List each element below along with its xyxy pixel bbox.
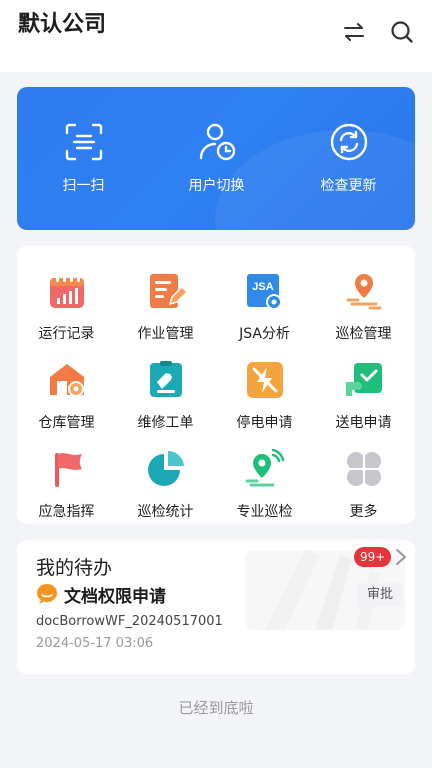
power-off-icon xyxy=(245,360,285,400)
grid-item-inspection-statistics[interactable]: 巡检统计 xyxy=(116,439,215,521)
todo-item-time: 2024-05-17 03:06 xyxy=(36,636,154,651)
grid-item-warehouse[interactable]: 仓库管理 xyxy=(17,350,116,432)
grid-label: 送电申请 xyxy=(335,415,392,431)
search-icon[interactable] xyxy=(388,18,416,46)
svg-text:JSA: JSA xyxy=(252,281,273,293)
todo-count-badge: 99+ xyxy=(354,547,392,567)
grid-label: 作业管理 xyxy=(137,326,194,342)
grid-label: 专业巡检 xyxy=(236,504,293,520)
route-pin-icon xyxy=(344,271,384,311)
grid-item-repair-order[interactable]: 维修工单 xyxy=(116,350,215,432)
todo-item-title[interactable]: 文档权限申请 xyxy=(64,582,166,607)
grid-label: 仓库管理 xyxy=(38,415,95,431)
grid-item-power-on-request[interactable]: 送电申请 xyxy=(314,350,413,432)
jsa-settings-icon: JSA xyxy=(245,271,285,311)
swap-arrows-icon[interactable] xyxy=(340,18,368,46)
grid-label: 巡检管理 xyxy=(335,326,392,342)
document-edit-icon xyxy=(146,271,188,311)
grid-item-run-record[interactable]: 运行记录 xyxy=(17,261,116,343)
grid-label: 巡检统计 xyxy=(137,504,194,520)
user-switch-icon xyxy=(196,121,238,163)
quick-actions-card: 扫一扫 用户切换 检查更新 xyxy=(17,87,415,230)
grid-item-power-off-request[interactable]: 停电申请 xyxy=(215,350,314,432)
scan-label: 扫一扫 xyxy=(62,178,105,194)
grid-label: 应急指挥 xyxy=(38,504,95,520)
feature-grid: 运行记录 作业管理 JSA JSA分析 巡检管理 仓库管理 维修工单 停电申请 … xyxy=(17,246,415,524)
scan-button[interactable]: 扫一扫 xyxy=(17,87,150,230)
check-update-label: 检查更新 xyxy=(320,178,377,194)
hand-check-icon xyxy=(344,360,384,400)
user-switch-button[interactable]: 用户切换 xyxy=(150,87,283,230)
grid-label: JSA分析 xyxy=(239,326,290,342)
grid-item-more[interactable]: 更多 xyxy=(314,439,413,521)
grid-label: 维修工单 xyxy=(137,415,194,431)
grid-item-emergency-command[interactable]: 应急指挥 xyxy=(17,439,116,521)
scan-icon xyxy=(63,121,105,163)
refresh-icon xyxy=(328,121,370,163)
check-update-button[interactable]: 检查更新 xyxy=(282,87,415,230)
grid-item-inspection-management[interactable]: 巡检管理 xyxy=(314,261,413,343)
grid-item-job-management[interactable]: 作业管理 xyxy=(116,261,215,343)
top-bar: 默认公司 xyxy=(0,0,432,72)
company-title[interactable]: 默认公司 xyxy=(18,6,106,38)
chat-bubble-icon xyxy=(37,584,57,604)
todo-item-id: docBorrowWF_20240517001 xyxy=(36,614,223,629)
wrench-clipboard-icon xyxy=(146,360,186,400)
grid-item-professional-inspection[interactable]: 专业巡检 xyxy=(215,439,314,521)
approve-button[interactable]: 审批 xyxy=(357,583,403,607)
user-switch-label: 用户切换 xyxy=(188,178,245,194)
warehouse-icon xyxy=(47,360,87,400)
grid-label: 运行记录 xyxy=(38,326,95,342)
flag-icon xyxy=(47,449,87,489)
todo-title: 我的待办 xyxy=(36,557,113,579)
grid-item-jsa-analysis[interactable]: JSA JSA分析 xyxy=(215,261,314,343)
chevron-right-icon[interactable] xyxy=(394,548,408,566)
more-grid-icon xyxy=(344,449,384,489)
calendar-chart-icon xyxy=(47,271,87,311)
end-of-list-text: 已经到底啦 xyxy=(178,699,254,717)
pie-chart-icon xyxy=(146,449,186,489)
grid-label: 停电申请 xyxy=(236,415,293,431)
grid-label: 更多 xyxy=(349,504,378,520)
location-wifi-icon xyxy=(245,448,285,489)
todo-card[interactable]: 我的待办 99+ 文档权限申请 审批 docBorrowWF_202405170… xyxy=(17,540,415,674)
